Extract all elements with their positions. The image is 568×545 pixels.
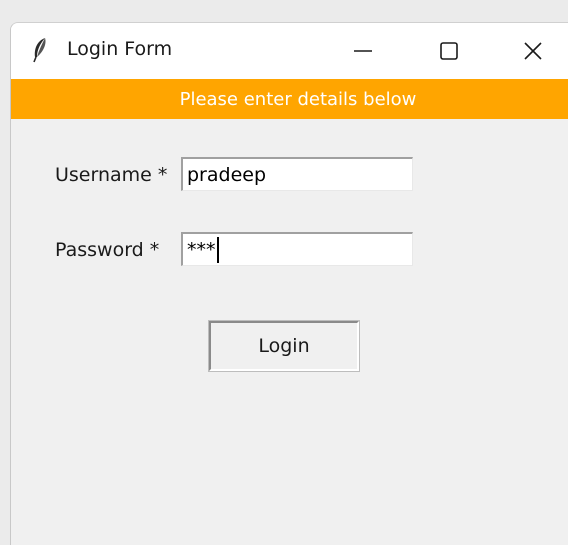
text-caret: [216, 236, 219, 263]
info-banner: Please enter details below: [11, 79, 568, 119]
close-button[interactable]: [513, 31, 553, 71]
password-label: Password *: [55, 239, 160, 261]
username-value: pradeep: [187, 163, 267, 186]
feather-icon: [31, 37, 49, 63]
minimize-button[interactable]: [343, 31, 383, 71]
minimize-icon: [354, 50, 372, 52]
username-input[interactable]: pradeep: [181, 157, 413, 191]
window-title: Login Form: [67, 38, 173, 60]
title-bar[interactable]: Login Form: [11, 23, 568, 79]
maximize-button[interactable]: [429, 31, 469, 71]
login-window: Login Form Please enter details below Us…: [10, 22, 568, 545]
login-button[interactable]: Login: [208, 320, 360, 372]
close-icon: [524, 42, 542, 60]
username-label: Username *: [55, 164, 168, 186]
password-value: ***: [187, 238, 216, 261]
maximize-icon: [440, 42, 458, 60]
password-input[interactable]: ***: [181, 232, 413, 266]
